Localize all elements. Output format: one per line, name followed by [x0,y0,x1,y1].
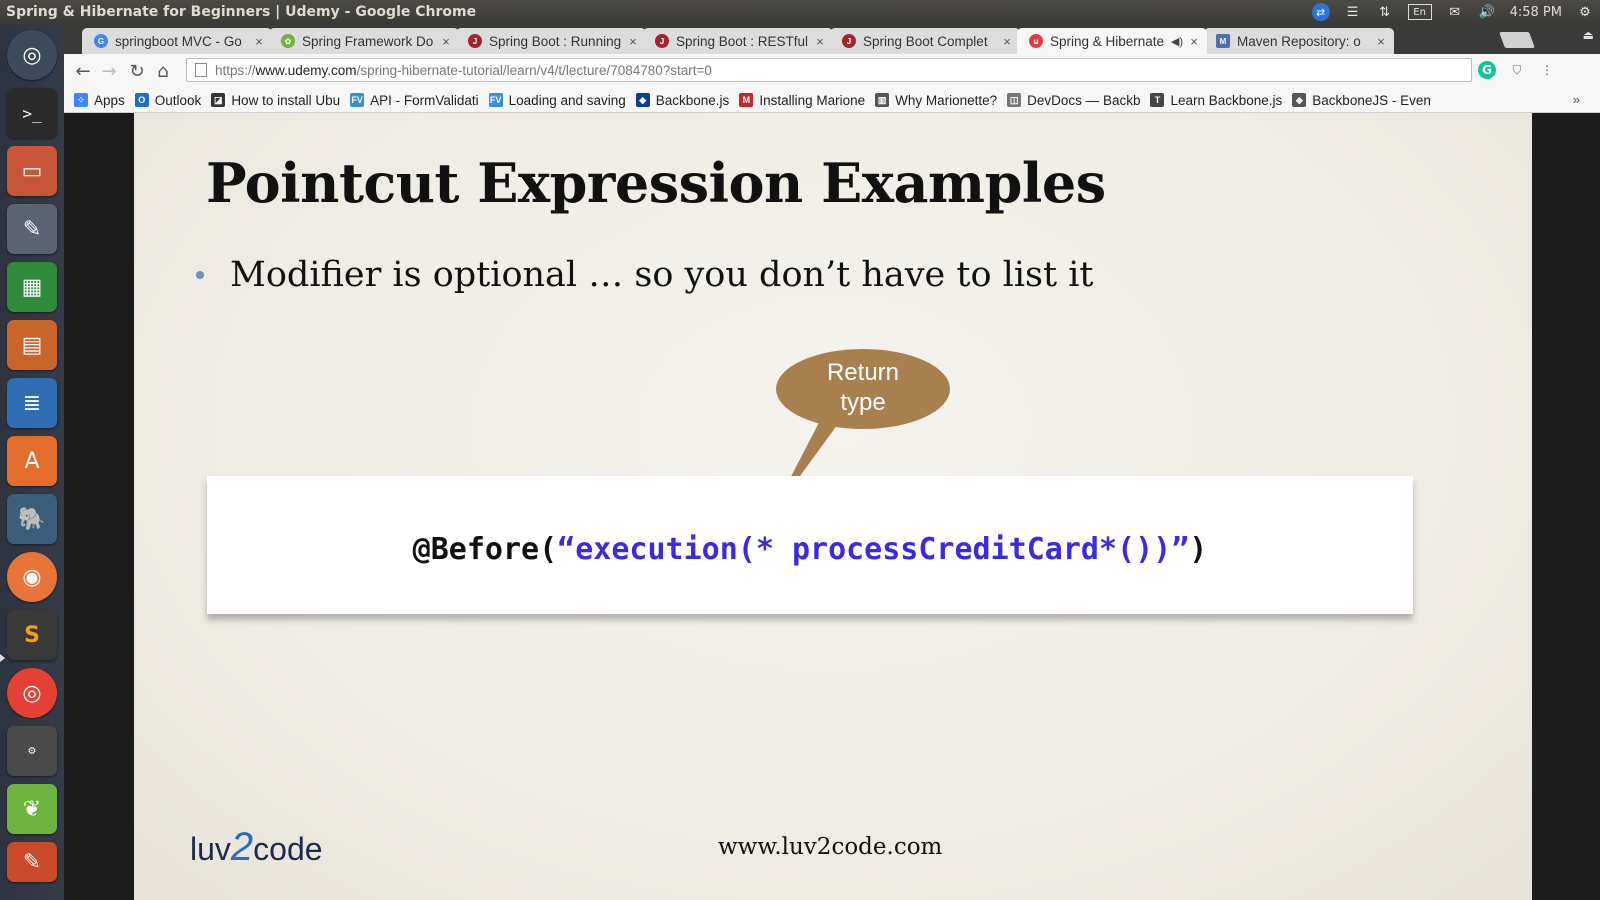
lecture-viewport: Pointcut Expression Examples Modifier is… [64,113,1600,900]
luv2code-logo: luv2code [190,825,323,869]
close-icon[interactable]: × [813,34,827,49]
window-title: Spring & Hibernate for Beginners | Udemy… [6,4,477,20]
eclipse-javaee-icon[interactable]: ⚙ [7,726,57,776]
close-icon[interactable]: × [439,34,453,49]
ubuntu-dash-icon[interactable]: ◎ [7,30,57,80]
fv-icon: FV [488,93,503,107]
presentation-icon[interactable]: ▤ [7,320,57,370]
home-icon[interactable]: ⌂ [152,60,174,82]
backbone-icon: ◆ [635,93,650,107]
url-scheme: https:// [215,62,256,78]
spreadsheet-icon[interactable]: ▦ [7,262,57,312]
bookmark-outlook[interactable]: O Outlook [134,93,201,108]
url-path: /spring-hibernate-tutorial/learn/v4/t/le… [356,62,712,78]
bookmarks-bar: ⁘ Apps O Outlook ◪ How to install Ubu FV API… [64,88,1600,113]
tab-maven-repository[interactable]: M Maven Repository: o × [1204,28,1394,54]
sublime-text-icon[interactable]: S [7,610,57,660]
address-bar[interactable]: https://www.udemy.com/spring-hibernate-t… [186,58,1472,82]
maven-icon: M [1216,34,1230,48]
volume-icon[interactable]: 🔊 [1478,4,1496,20]
bookmark-loading-saving[interactable]: FV Loading and saving [488,93,626,108]
bookmark-apps[interactable]: ⁘ Apps [74,93,125,108]
footer-url: www.luv2code.com [718,834,943,860]
terminal-icon[interactable]: >_ [7,88,57,138]
menu-dots-icon[interactable]: ⋮ [1538,61,1556,79]
page-info-icon[interactable] [195,63,207,77]
java-icon: J [468,34,482,48]
system-tray: ⇄ ☰ ⇅ En ✉ 🔊 4:58 PM ⚙ [1311,0,1594,24]
callout-bubble [770,349,950,517]
postgresql-elephant-icon[interactable]: 🐘 [7,494,57,544]
system-settings-icon[interactable]: ✎ [7,204,57,254]
writer-document-icon[interactable]: ≣ [7,378,57,428]
tab-springboot-mvc[interactable]: G springboot MVC - Go × [82,28,272,54]
clock[interactable]: 4:58 PM [1510,5,1562,20]
chrome-icon[interactable]: ◎ [7,668,57,718]
tab-spring-hibernate[interactable]: u Spring & Hibernate ◀) × [1017,28,1207,54]
reload-icon[interactable]: ↻ [126,60,148,82]
diamond-icon: ◈ [1292,93,1307,107]
outlook-icon: O [134,93,149,107]
close-icon[interactable]: × [1374,34,1388,49]
terminal-icon: ◪ [211,93,226,107]
grammarly-icon[interactable]: G [1478,61,1496,79]
bookmark-installing-marionette[interactable]: M Installing Marione [739,93,865,108]
chevron-more-icon[interactable]: » [1573,92,1580,107]
audio-playing-icon[interactable]: ◀) [1171,35,1183,48]
spring-icon: ✿ [281,34,295,48]
close-icon[interactable]: × [1000,34,1014,49]
mail-icon[interactable]: ✉ [1446,4,1464,20]
code-box: @Before(“execution(* processCreditCard*(… [207,476,1413,614]
bookmark-learn-backbone[interactable]: T Learn Backbone.js [1150,93,1282,108]
teamviewer-icon[interactable]: ⇄ [1311,3,1330,21]
udemy-icon: u [1029,34,1043,48]
software-center-icon[interactable]: A [7,436,57,486]
tab-spring-boot-restful[interactable]: J Spring Boot : RESTful × [643,28,833,54]
tab-spring-framework[interactable]: ✿ Spring Framework Do × [269,28,459,54]
tab-spring-boot-running[interactable]: J Spring Boot : Running × [456,28,646,54]
callout-label: Return type [826,359,900,416]
apps-grid-icon: ⁘ [74,93,88,107]
close-icon[interactable]: × [252,34,266,49]
tab-spring-boot-complete[interactable]: J Spring Boot Complet × [830,28,1020,54]
browser-toolbar: ← → ↻ ⌂ https://www.udemy.com/spring-hib… [64,54,1600,89]
network-icon[interactable]: ⇅ [1376,4,1394,20]
text-icon: T [1150,93,1165,107]
bookmark-why-marionette[interactable]: ▥ Why Marionette? [875,93,997,108]
code-line: @Before(“execution(* processCreditCard*(… [412,531,1208,567]
unity-launcher: ◎ >_ ▭ ✎ ▦ ▤ ≣ A 🐘 ◉ S ◎ ⚙ ❦ ✎ [0,24,65,900]
devdocs-icon: ◫ [1007,93,1022,107]
fv-icon: FV [350,93,365,107]
close-icon[interactable]: × [626,34,640,49]
user-profile-icon[interactable]: ⏏ [1583,28,1594,42]
spring-tool-suite-icon[interactable]: ❦ [7,784,57,834]
marionette-icon: M [739,93,754,107]
close-icon[interactable]: × [1187,34,1201,49]
system-top-panel: Spring & Hibernate for Beginners | Udemy… [0,0,1600,24]
google-icon: G [94,34,108,48]
keyboard-layout-indicator[interactable]: En [1407,4,1432,20]
shield-icon[interactable]: ⛉ [1508,61,1526,79]
bookmark-devdocs[interactable]: ◫ DevDocs — Backb [1007,93,1140,108]
tab-strip: G springboot MVC - Go × ✿ Spring Framewo… [64,24,1600,54]
url-host: www.udemy.com [255,62,357,78]
running-indicator [0,654,5,662]
lecture-slide[interactable]: Pointcut Expression Examples Modifier is… [134,113,1532,900]
forward-arrow-icon[interactable]: → [98,60,120,82]
new-tab-button[interactable] [1499,32,1535,48]
firefox-icon[interactable]: ◉ [7,552,57,602]
power-gear-icon[interactable]: ⚙ [1576,4,1594,20]
indicator-menu-icon[interactable]: ☰ [1344,4,1362,20]
bookmark-backbone[interactable]: ◆ Backbone.js [635,93,729,108]
book-icon: ▥ [875,93,890,107]
app-icon[interactable]: ✎ [7,842,57,882]
java-icon: J [655,34,669,48]
files-icon[interactable]: ▭ [7,146,57,196]
java-icon: J [842,34,856,48]
back-arrow-icon[interactable]: ← [72,60,94,82]
bookmark-install-ubuntu[interactable]: ◪ How to install Ubu [211,93,340,108]
bookmark-formvalidation[interactable]: FV API - FormValidati [350,93,479,108]
bookmark-backbone-events[interactable]: ◈ BackboneJS - Even [1292,93,1431,108]
